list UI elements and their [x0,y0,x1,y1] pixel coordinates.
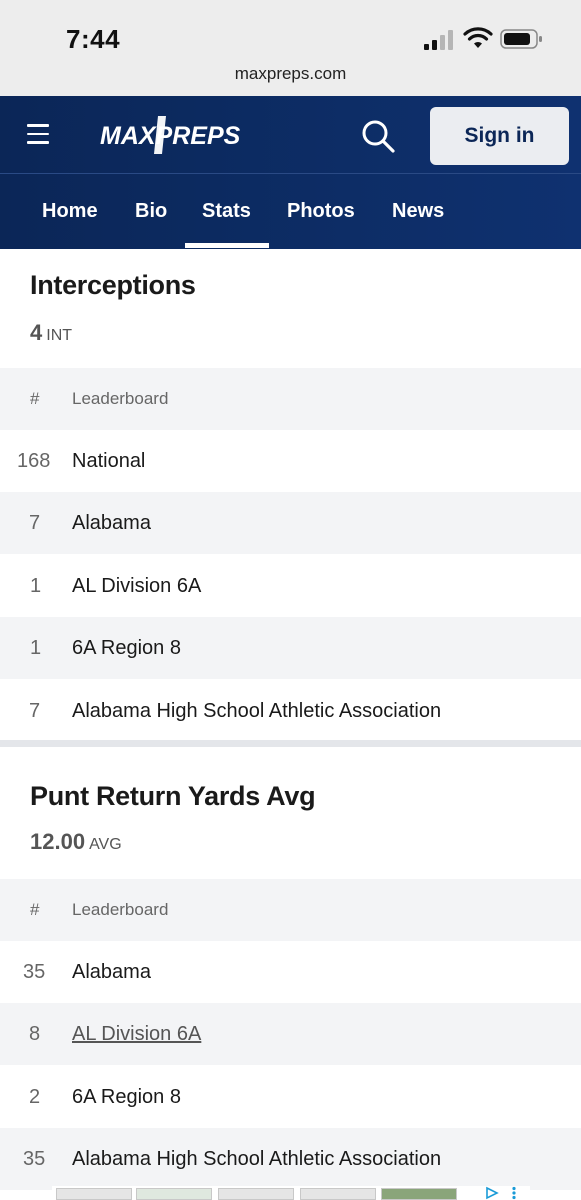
table-row: 7 Alabama [0,492,581,554]
table-header-row: # Leaderboard [0,879,581,941]
row-leaderboard-link[interactable]: AL Division 6A [72,1023,201,1046]
stat-value: 12.00 AVG [30,829,122,855]
row-rank: 1 [30,637,42,659]
nav-tabs: Home Bio Stats Photos News [0,174,581,249]
ad-thumbnail[interactable] [56,1188,132,1200]
header-top-bar: MAXPREPS Sign in [0,96,581,173]
row-rank: 35 [23,1148,46,1170]
tab-news[interactable]: News [392,200,444,223]
stat-number: 12.00 [30,829,86,854]
row-rank: 168 [17,450,51,472]
sign-in-button[interactable]: Sign in [430,107,569,165]
tab-home[interactable]: Home [42,200,98,223]
row-rank: 2 [29,1086,41,1108]
battery-icon [500,29,542,49]
table-header-row: # Leaderboard [0,368,581,430]
site-header: MAXPREPS Sign in Home Bio Stats Photos N… [0,96,581,249]
ad-thumbnail[interactable] [381,1188,457,1200]
table-row: 1 AL Division 6A [0,555,581,617]
row-rank: 7 [29,512,41,534]
ad-banner[interactable] [52,1186,530,1200]
stat-number: 4 [30,320,43,345]
svg-text:MAXPREPS: MAXPREPS [100,122,240,150]
wifi-icon [463,27,493,48]
ad-thumbnail[interactable] [218,1188,294,1200]
row-leaderboard[interactable]: Alabama High School Athletic Association [72,700,441,723]
row-rank: 1 [30,575,42,597]
row-rank: 7 [29,700,41,722]
table-row: 35 Alabama High School Athletic Associat… [0,1128,581,1190]
table-row: 35 Alabama [0,941,581,1003]
row-leaderboard[interactable]: AL Division 6A [72,575,201,598]
tab-stats[interactable]: Stats [202,200,251,223]
column-header-leaderboard: Leaderboard [72,900,169,919]
column-header-rank: # [30,900,40,919]
table-row: 168 National [0,430,581,492]
more-options-icon[interactable] [510,1186,518,1200]
section-title: Interceptions [30,270,196,300]
tab-photos[interactable]: Photos [287,200,355,223]
active-tab-indicator [185,243,269,248]
maxpreps-logo[interactable]: MAXPREPS [100,114,240,156]
status-time: 7:44 [66,24,121,54]
ad-thumbnail[interactable] [136,1188,212,1200]
row-leaderboard[interactable]: 6A Region 8 [72,637,181,660]
row-rank: 35 [23,961,46,983]
column-header-leaderboard: Leaderboard [72,389,169,408]
section-divider [0,740,581,747]
ad-thumbnail[interactable] [300,1188,376,1200]
column-header-rank: # [30,389,40,408]
row-leaderboard[interactable]: Alabama [72,512,151,535]
stat-unit: AVG [89,836,122,853]
section-title: Punt Return Yards Avg [30,781,316,811]
cellular-signal-icon [424,30,453,50]
row-leaderboard[interactable]: 6A Region 8 [72,1086,181,1109]
table-row: 7 Alabama High School Athletic Associati… [0,680,581,742]
ios-status-bar: 7:44 maxpreps.com [0,0,581,96]
table-row: 1 6A Region 8 [0,617,581,679]
row-rank: 8 [29,1023,41,1045]
row-leaderboard[interactable]: National [72,450,145,473]
table-row: 8 AL Division 6A [0,1003,581,1065]
menu-icon[interactable] [27,124,51,144]
ad-choices-icon[interactable] [484,1186,500,1200]
row-leaderboard[interactable]: Alabama [72,961,151,984]
stat-value: 4 INT [30,320,72,346]
row-leaderboard[interactable]: Alabama High School Athletic Association [72,1148,441,1171]
table-row: 2 6A Region 8 [0,1066,581,1128]
tab-bio[interactable]: Bio [135,200,167,223]
address-bar-url[interactable]: maxpreps.com [0,64,581,84]
search-icon[interactable] [360,118,396,154]
stat-unit: INT [46,327,73,344]
